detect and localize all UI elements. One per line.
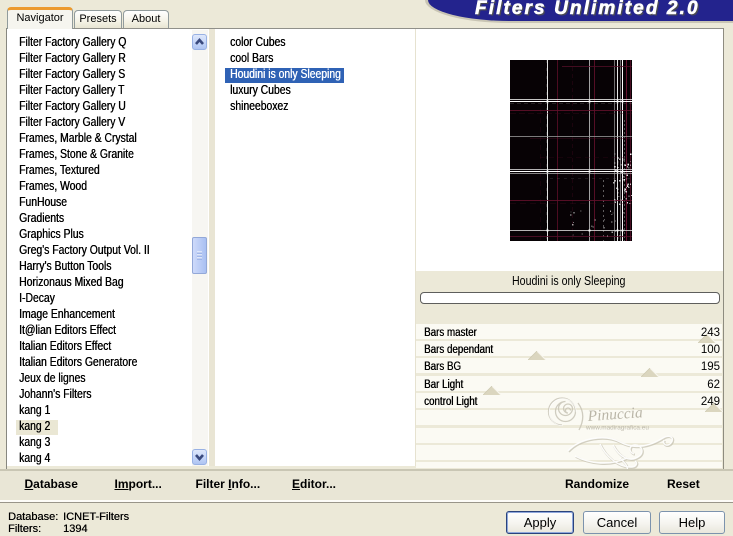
svg-text:Pinuccia: Pinuccia	[586, 404, 643, 425]
svg-text:www.madiragrafica.eu: www.madiragrafica.eu	[585, 425, 649, 432]
